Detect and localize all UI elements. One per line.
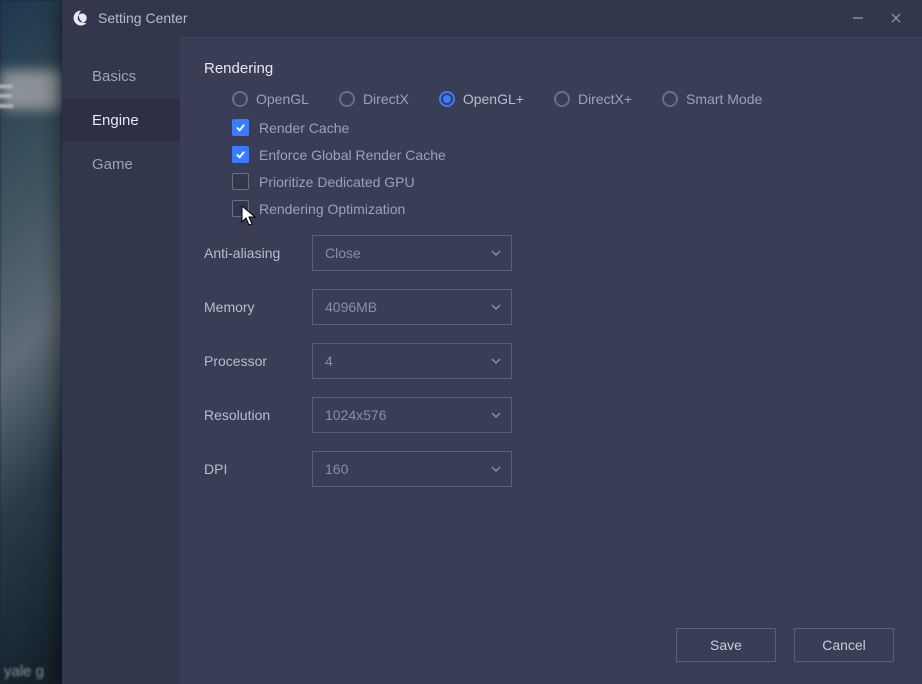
checkbox-icon — [232, 119, 249, 136]
cancel-button-label: Cancel — [822, 637, 866, 653]
checkbox-label: Rendering Optimization — [259, 201, 405, 217]
radio-icon — [439, 91, 455, 107]
dpi-label: DPI — [204, 461, 312, 477]
settings-window: Setting Center Basics Engine Game Render… — [62, 0, 922, 684]
background-title-fragment: E — [0, 78, 17, 117]
radio-opengl-plus[interactable]: OpenGL+ — [439, 91, 524, 107]
checkbox-label: Prioritize Dedicated GPU — [259, 174, 415, 190]
radio-label: OpenGL — [256, 91, 309, 107]
radio-opengl[interactable]: OpenGL — [232, 91, 309, 107]
sidebar-item-label: Game — [92, 156, 133, 173]
sidebar-item-engine[interactable]: Engine — [62, 98, 180, 142]
save-button-label: Save — [710, 637, 742, 653]
anti-aliasing-label: Anti-aliasing — [204, 245, 312, 261]
titlebar: Setting Center — [62, 0, 922, 36]
cancel-button[interactable]: Cancel — [794, 628, 894, 662]
memory-dropdown[interactable]: 4096MB — [312, 289, 512, 325]
sidebar-item-basics[interactable]: Basics — [62, 54, 180, 98]
sidebar: Basics Engine Game — [62, 36, 180, 684]
app-logo-icon — [72, 9, 90, 27]
radio-icon — [232, 91, 248, 107]
checkbox-label: Enforce Global Render Cache — [259, 147, 446, 163]
content-panel: Rendering OpenGL DirectX OpenGL+ DirectX… — [180, 36, 922, 684]
radio-icon — [662, 91, 678, 107]
checkbox-icon — [232, 146, 249, 163]
window-title: Setting Center — [98, 10, 848, 26]
check-prioritize-dedicated-gpu[interactable]: Prioritize Dedicated GPU — [232, 173, 894, 190]
radio-directx[interactable]: DirectX — [339, 91, 409, 107]
dpi-dropdown[interactable]: 160 — [312, 451, 512, 487]
radio-label: DirectX — [363, 91, 409, 107]
radio-label: DirectX+ — [578, 91, 632, 107]
dropdown-value: 1024x576 — [325, 407, 387, 423]
chevron-down-icon — [491, 353, 501, 369]
radio-smart-mode[interactable]: Smart Mode — [662, 91, 762, 107]
radio-label: OpenGL+ — [463, 91, 524, 107]
chevron-down-icon — [491, 461, 501, 477]
dropdown-value: 4 — [325, 353, 333, 369]
close-button[interactable] — [886, 8, 906, 28]
minimize-button[interactable] — [848, 8, 868, 28]
background-caption-fragment: yale g — [4, 663, 44, 680]
save-button[interactable]: Save — [676, 628, 776, 662]
check-render-cache[interactable]: Render Cache — [232, 119, 894, 136]
sidebar-item-label: Basics — [92, 68, 136, 85]
rendering-mode-radio-group: OpenGL DirectX OpenGL+ DirectX+ Smart Mo… — [232, 91, 894, 107]
sidebar-item-label: Engine — [92, 112, 139, 129]
chevron-down-icon — [491, 245, 501, 261]
anti-aliasing-dropdown[interactable]: Close — [312, 235, 512, 271]
processor-dropdown[interactable]: 4 — [312, 343, 512, 379]
engine-form: Anti-aliasing Close Memory 4096MB Proces… — [204, 235, 894, 487]
processor-label: Processor — [204, 353, 312, 369]
checkbox-icon — [232, 200, 249, 217]
check-enforce-global-render-cache[interactable]: Enforce Global Render Cache — [232, 146, 894, 163]
radio-directx-plus[interactable]: DirectX+ — [554, 91, 632, 107]
background-game-strip: E yale g — [0, 0, 62, 684]
sidebar-item-game[interactable]: Game — [62, 142, 180, 186]
radio-label: Smart Mode — [686, 91, 762, 107]
rendering-section-title: Rendering — [204, 60, 894, 77]
footer-buttons: Save Cancel — [676, 628, 894, 662]
radio-icon — [339, 91, 355, 107]
radio-icon — [554, 91, 570, 107]
checkbox-label: Render Cache — [259, 120, 349, 136]
dropdown-value: 4096MB — [325, 299, 377, 315]
memory-label: Memory — [204, 299, 312, 315]
check-rendering-optimization[interactable]: Rendering Optimization — [232, 200, 894, 217]
resolution-label: Resolution — [204, 407, 312, 423]
dropdown-value: Close — [325, 245, 361, 261]
chevron-down-icon — [491, 407, 501, 423]
rendering-checkboxes: Render Cache Enforce Global Render Cache… — [232, 119, 894, 217]
resolution-dropdown[interactable]: 1024x576 — [312, 397, 512, 433]
chevron-down-icon — [491, 299, 501, 315]
dropdown-value: 160 — [325, 461, 348, 477]
checkbox-icon — [232, 173, 249, 190]
